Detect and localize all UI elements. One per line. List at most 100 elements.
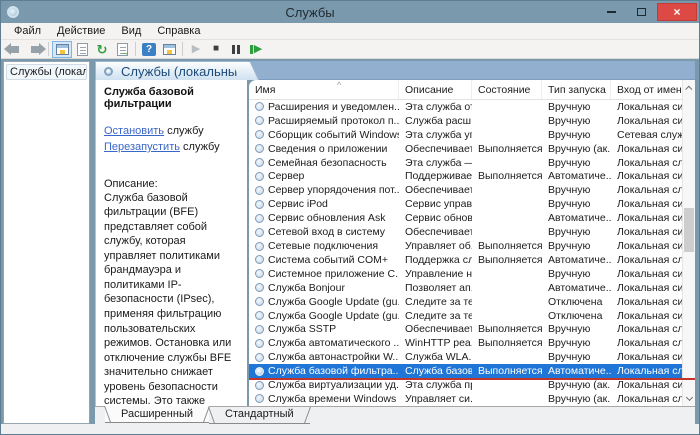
menu-item-действие[interactable]: Действие	[50, 24, 112, 38]
cell: Вручную	[548, 156, 591, 169]
table-row[interactable]: Служба автоматического ... WinHTTP реа...…	[249, 336, 695, 350]
properties-button[interactable]	[72, 41, 92, 58]
cell: Система событий COM+	[249, 253, 399, 267]
restart-service-line: Перезапустить службу	[104, 140, 239, 156]
app-icon	[7, 6, 19, 18]
table-row[interactable]: Служба автонастройки W... Служба WLA... Вр…	[249, 350, 695, 364]
help-icon: ?	[142, 42, 156, 56]
show-console-tree-button[interactable]	[52, 40, 72, 58]
table-row[interactable]: Сведения о приложении Обеспечивает... Выпо…	[249, 142, 695, 156]
table-row[interactable]: Служба Google Update (gu... Следите за те…	[249, 295, 695, 309]
restart-service-button[interactable]: ▶	[246, 41, 266, 58]
pause-service-button[interactable]	[226, 41, 246, 58]
properties-icon	[76, 42, 88, 56]
cell: Выполняется	[478, 253, 542, 266]
cell: Автоматиче...	[548, 170, 611, 183]
close-button[interactable]: ×	[657, 3, 697, 21]
cell: Автоматиче...	[548, 365, 611, 378]
table-row[interactable]: Служба виртуализации уд... Эта служба пр.…	[249, 378, 695, 392]
back-button[interactable]	[4, 41, 25, 58]
service-icon	[255, 130, 264, 140]
cell: Вручную (ак...	[548, 392, 611, 405]
restart-service-link[interactable]: Перезапустить	[104, 141, 180, 153]
table-row[interactable]: Сетевые подключения Управляет об... Выполн…	[249, 239, 695, 253]
stop-service-button[interactable]: ■	[206, 41, 226, 58]
cell: Вручную	[548, 114, 591, 127]
refresh-button[interactable]: ↻	[92, 41, 112, 58]
menu-bar: Файл Действие Вид Справка	[1, 23, 699, 40]
export-list-button[interactable]: →	[112, 41, 132, 58]
services-list: Имя Описание Состояние Тип запуска Вход от и…	[249, 80, 695, 406]
service-icon	[255, 366, 264, 376]
tree-item-services-local[interactable]: Службы (локальные)	[6, 64, 87, 80]
table-row[interactable]: Сервис iPodСервис управ...ВручнуюЛокальн…	[249, 197, 695, 211]
table-row[interactable]: Служба Bonjour Позволяет ап... Автоматиче.…	[249, 281, 695, 295]
menu-item-справка[interactable]: Справка	[150, 24, 207, 38]
services-icon	[104, 66, 113, 76]
services-pane: Службы (локальные) Служба базовой фильтр…	[95, 61, 695, 424]
table-row[interactable]: Служба времени Windows Управляет си... Вру…	[249, 392, 695, 406]
start-service-button[interactable]: ▶	[186, 41, 206, 58]
vertical-scrollbar[interactable]	[682, 80, 695, 406]
table-row[interactable]: Сетевой вход в систему Обеспечивает... Вру…	[249, 225, 695, 239]
cell: Служба Google Update (gu...	[249, 309, 399, 323]
table-row[interactable]: Сервис обновления Ask Сервис обнов... Авто…	[249, 211, 695, 225]
cell	[472, 350, 542, 364]
table-row[interactable]: Служба SSTP Обеспечивает... Выполняется Вру…	[249, 323, 695, 337]
selected-service-title: Служба базовой фильтрации	[104, 86, 194, 110]
tab-extended[interactable]: Расширенный	[105, 406, 209, 423]
table-row[interactable]: Системное приложение C... Управление н...…	[249, 267, 695, 281]
pane-header-band: Службы (локальные)	[95, 61, 695, 80]
cell: Сервис обновления Ask	[249, 211, 399, 225]
cell: Служба базовой фильтра...	[249, 364, 399, 378]
column-header-1[interactable]: Имя	[249, 80, 399, 99]
service-icon	[255, 185, 264, 195]
status-bar	[1, 424, 699, 434]
table-row[interactable]: Расширения и уведомлен... Эта служба от..…	[249, 100, 695, 114]
maximize-button[interactable]	[627, 3, 655, 21]
help-button[interactable]: ?	[139, 41, 159, 58]
column-header-2[interactable]: Описание	[399, 80, 472, 99]
table-row-selected[interactable]: Служба базовой фильтра... Служба базов...…	[249, 364, 695, 381]
stop-service-link[interactable]: Остановить	[104, 125, 164, 137]
table-row[interactable]: Сервер упорядочения пот... Обеспечивает..…	[249, 183, 695, 197]
scroll-up-icon[interactable]	[683, 82, 695, 95]
column-header-4[interactable]: Тип запуска	[542, 80, 611, 99]
tab-standard[interactable]: Стандартный	[209, 407, 310, 424]
table-row[interactable]: Сборщик событий Windows Эта служба уп... В…	[249, 128, 695, 142]
cell	[472, 281, 542, 295]
cell: Управляет си...	[405, 392, 472, 405]
scrollbar-thumb[interactable]	[684, 208, 694, 252]
cell: Обеспечивает...	[405, 184, 472, 197]
table-row[interactable]: Система событий COM+ Поддержка сл... Выпол…	[249, 253, 695, 267]
service-icon	[255, 241, 264, 251]
show-action-pane-button[interactable]	[159, 41, 179, 58]
export-list-icon: →	[116, 42, 130, 57]
cell: Вручную	[548, 128, 591, 141]
scroll-down-icon[interactable]	[683, 391, 695, 404]
minimize-button[interactable]	[597, 3, 625, 21]
cell: Вручную	[548, 267, 591, 280]
table-row[interactable]: Служба Google Update (gu... Следите за те…	[249, 309, 695, 323]
menu-item-файл[interactable]: Файл	[7, 24, 48, 38]
cell	[472, 378, 542, 392]
table-row[interactable]: Сервер Поддерживае... Выполняется Автоматич…	[249, 170, 695, 184]
cell	[472, 197, 542, 211]
table-row[interactable]: Семейная безопасность Эта служба —... Вруч…	[249, 156, 695, 170]
cell: Сервис iPod	[249, 197, 399, 211]
cell: Системное приложение C...	[249, 267, 399, 281]
forward-icon	[31, 42, 46, 55]
cell: Служба расш...	[405, 114, 472, 127]
forward-button[interactable]	[25, 41, 46, 58]
cell: Служба времени Windows	[249, 392, 399, 406]
column-header-3[interactable]: Состояние	[472, 80, 542, 99]
menu-item-вид[interactable]: Вид	[114, 24, 148, 38]
cell: Обеспечивает...	[405, 323, 472, 336]
service-icon	[255, 116, 264, 126]
service-icon	[255, 171, 264, 181]
cell: Эта служба от...	[405, 100, 472, 113]
table-row[interactable]: Расширяемый протокол п... Служба расш... В…	[249, 114, 695, 128]
cell: Эта служба уп...	[405, 128, 472, 141]
pane-header-tab: Службы (локальные)	[95, 61, 249, 80]
cell: Служба виртуализации уд...	[249, 378, 399, 392]
